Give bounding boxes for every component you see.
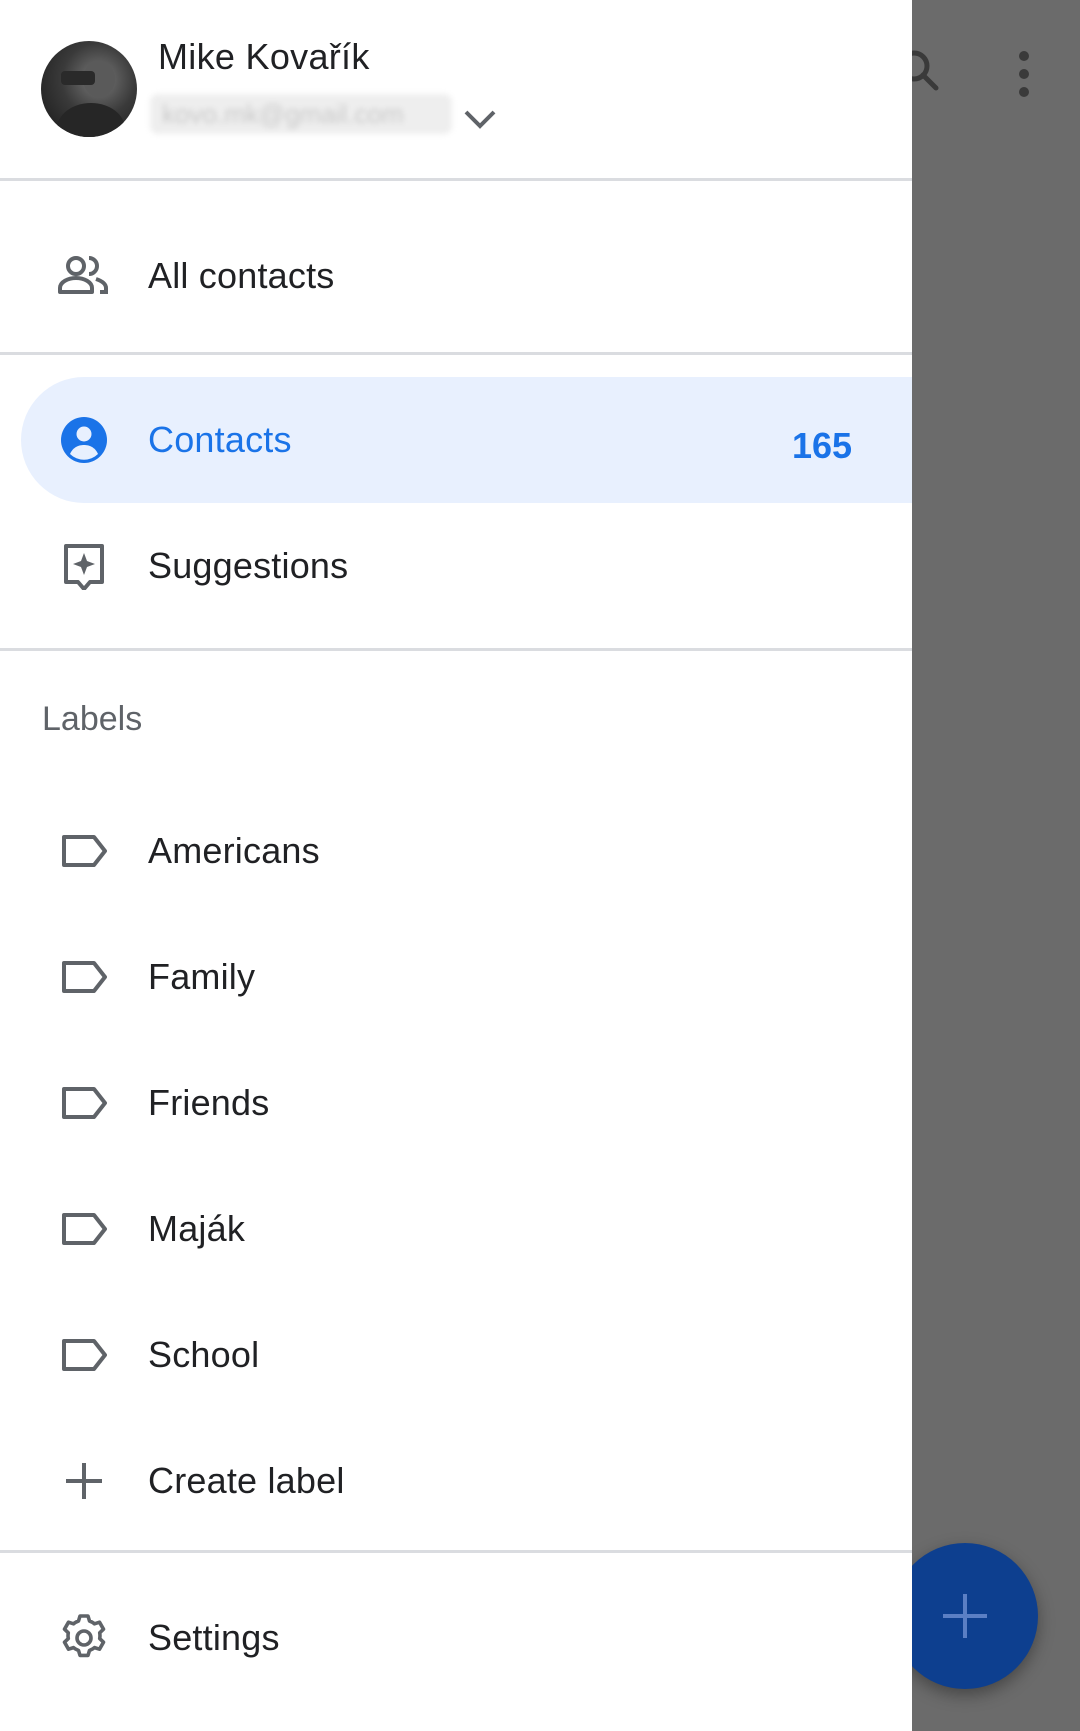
people-icon (56, 252, 112, 300)
nav-label-settings: Settings (148, 1617, 280, 1658)
account-name: Mike Kovařík (158, 36, 370, 77)
avatar[interactable] (41, 41, 137, 137)
label-outline-icon (56, 827, 112, 875)
label-name: School (148, 1334, 260, 1375)
contacts-count-badge: 165 (792, 425, 853, 466)
gear-icon (56, 1614, 112, 1662)
account-circle-icon (56, 416, 112, 464)
create-label-text: Create label (148, 1460, 345, 1501)
label-name: Maják (148, 1208, 246, 1249)
label-item-friends[interactable]: Friends (0, 1040, 912, 1166)
plus-icon (56, 1457, 112, 1505)
label-item-americans[interactable]: Americans (0, 788, 912, 914)
labels-section-title: Labels (42, 700, 143, 738)
label-outline-icon (56, 953, 112, 1001)
nav-label-suggestions: Suggestions (148, 545, 349, 586)
label-name: Americans (148, 830, 320, 871)
label-name: Family (148, 956, 256, 997)
plus-icon (943, 1594, 987, 1638)
label-outline-icon (56, 1205, 112, 1253)
create-label-button[interactable]: Create label (0, 1418, 912, 1544)
label-item-school[interactable]: School (0, 1292, 912, 1418)
nav-label-all-contacts: All contacts (148, 255, 335, 296)
nav-item-settings[interactable]: Settings (0, 1575, 912, 1701)
chevron-down-icon[interactable] (458, 104, 502, 136)
nav-item-all-contacts[interactable]: All contacts (0, 213, 912, 339)
sparkle-box-icon (56, 542, 112, 591)
account-email: kovo.mk@gmail.com (150, 94, 452, 134)
nav-label-contacts: Contacts (148, 419, 292, 460)
label-item-family[interactable]: Family (0, 914, 912, 1040)
account-header[interactable]: Mike Kovařík kovo.mk@gmail.com (0, 0, 912, 178)
nav-item-suggestions[interactable]: Suggestions (0, 503, 912, 629)
navigation-drawer: Mike Kovařík kovo.mk@gmail.com All conta… (0, 0, 912, 1731)
nav-item-contacts[interactable]: Contacts 165 (21, 377, 912, 503)
label-item-majak[interactable]: Maják (0, 1166, 912, 1292)
more-vertical-icon[interactable] (1000, 48, 1048, 104)
add-contact-fab[interactable] (892, 1543, 1038, 1689)
label-outline-icon (56, 1079, 112, 1127)
label-outline-icon (56, 1331, 112, 1379)
label-name: Friends (148, 1082, 270, 1123)
